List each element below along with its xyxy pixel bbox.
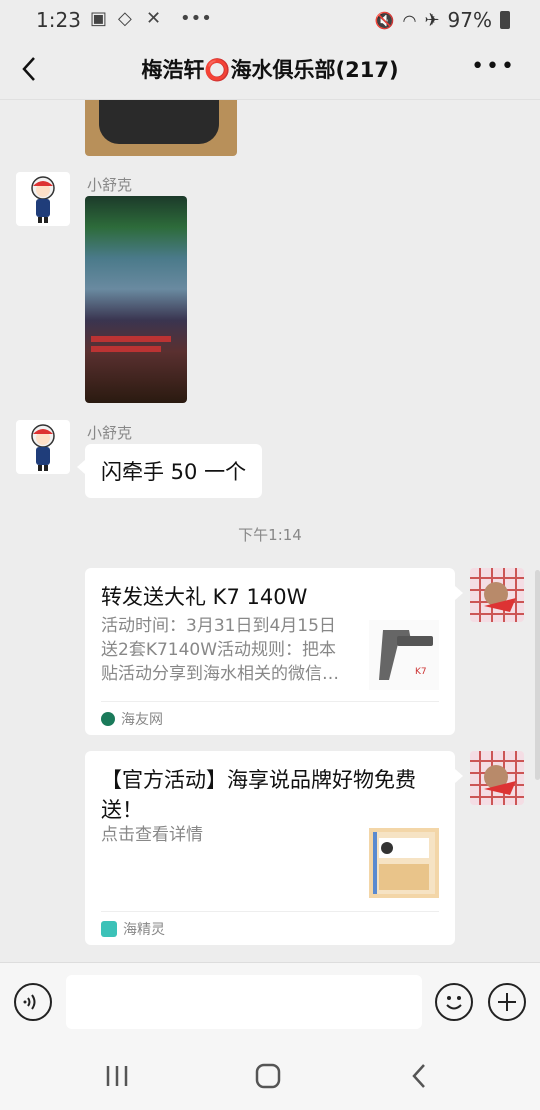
back-icon[interactable] <box>16 54 44 84</box>
card-source: 海友网 <box>101 701 439 735</box>
nav-back-icon[interactable] <box>408 1062 430 1090</box>
message-input[interactable] <box>66 975 422 1029</box>
my-avatar[interactable] <box>470 568 524 622</box>
wifi-icon: ◠ <box>402 10 417 30</box>
text-message[interactable]: 闪牵手 50 一个 <box>76 444 263 498</box>
gallery-icon: ▣ <box>90 8 108 29</box>
emoji-icon[interactable] <box>435 983 473 1021</box>
mute-icon: 🔇 <box>374 10 395 30</box>
card-thumbnail <box>369 828 439 898</box>
card-thumbnail: K7 <box>369 620 439 690</box>
source-name: 海友网 <box>121 711 163 728</box>
system-nav-bar <box>0 1040 540 1110</box>
card-title: 转发送大礼 K7 140W <box>101 585 308 609</box>
notification-icon: ✕ <box>146 8 162 29</box>
card-description: 活动时间：3月31日到4月15日送2套K7140W活动规则：把本贴活动分享到海水… <box>101 616 339 684</box>
recent-apps-icon[interactable] <box>104 1064 130 1088</box>
more-notifications-icon: ••• <box>180 8 212 29</box>
avatar[interactable] <box>16 172 70 226</box>
chat-area[interactable]: 小舒克 小舒克 闪牵手 50 一个 下午1:14 转发送大礼 K7 140W 活… <box>0 100 540 962</box>
source-icon <box>101 920 117 937</box>
scrollbar[interactable] <box>535 570 540 780</box>
card-source: 海精灵 <box>101 911 439 945</box>
add-more-icon[interactable] <box>488 983 526 1021</box>
image-message-partial[interactable] <box>85 100 237 156</box>
avatar[interactable] <box>16 420 70 474</box>
app-icon: ◇ <box>118 8 132 29</box>
chat-header: 梅浩轩⭕海水俱乐部(217) ••• <box>0 40 540 100</box>
input-bar <box>0 962 540 1040</box>
battery-icon <box>500 11 510 29</box>
message-timestamp: 下午1:14 <box>238 526 302 544</box>
chat-title: 梅浩轩⭕海水俱乐部(217) <box>141 58 399 82</box>
status-time: 1:23 <box>36 8 81 32</box>
image-message[interactable] <box>85 196 187 403</box>
card-description: 点击查看详情 <box>101 825 203 845</box>
source-icon <box>101 711 115 726</box>
svg-text:K7: K7 <box>415 667 427 677</box>
card-title: 【官方活动】海享说品牌好物免费送！ <box>101 768 416 822</box>
source-name: 海精灵 <box>123 921 165 938</box>
more-options-icon[interactable]: ••• <box>471 54 516 79</box>
sender-name: 小舒克 <box>87 176 133 194</box>
sender-name: 小舒克 <box>87 424 133 442</box>
my-avatar[interactable] <box>470 751 524 805</box>
airplane-icon: ✈ <box>424 9 440 31</box>
voice-input-icon[interactable] <box>14 983 52 1021</box>
status-bar: 1:23 ▣ ◇ ✕ ••• 🔇 ◠ ✈ 97% <box>0 0 540 40</box>
shared-link-card[interactable]: 转发送大礼 K7 140W 活动时间：3月31日到4月15日送2套K7140W活… <box>85 568 463 735</box>
battery-level: 97% <box>447 8 492 32</box>
home-icon[interactable] <box>254 1062 282 1090</box>
shared-link-card[interactable]: 【官方活动】海享说品牌好物免费送！ 点击查看详情 海精灵 <box>85 751 463 945</box>
